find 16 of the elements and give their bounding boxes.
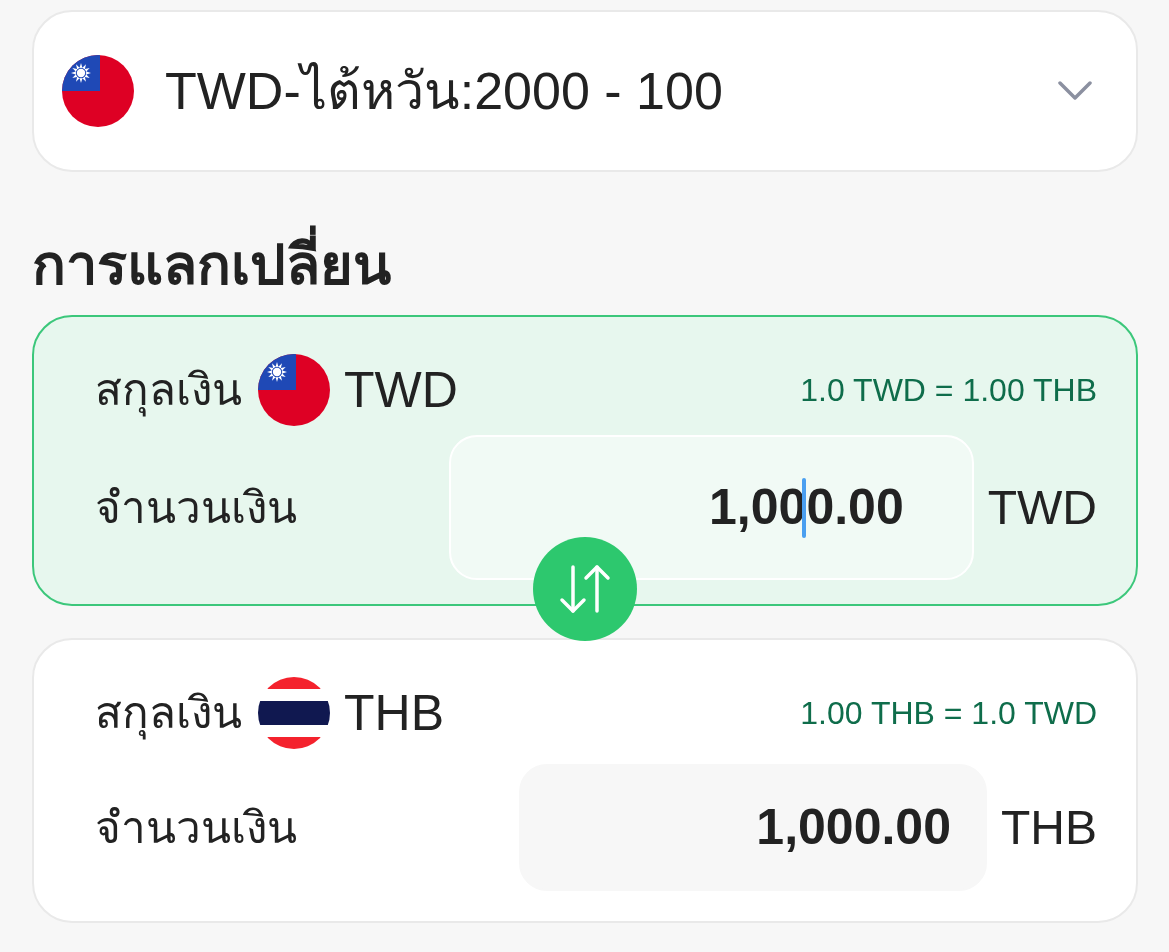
currency-label: สกุลเงิน: [95, 680, 242, 746]
currency-unit: THB: [1001, 799, 1097, 856]
currency-label: สกุลเงิน: [95, 357, 242, 423]
chevron-down-icon: [1058, 81, 1092, 101]
exchange-rate: 1.00 THB = 1.0 TWD: [800, 694, 1097, 733]
currency-code: TWD: [344, 360, 458, 420]
amount-label: จำนวนเงิน: [95, 801, 297, 854]
amount-label: จำนวนเงิน: [95, 481, 297, 534]
currency-dropdown[interactable]: TWD-ไต้หวัน:2000 - 100: [32, 10, 1138, 172]
section-heading: การแลกเปลี่ยน: [32, 223, 391, 307]
currency-unit: TWD: [987, 479, 1097, 536]
swap-arrows-icon: [557, 564, 613, 614]
amount-input[interactable]: 1,000.00: [519, 764, 987, 891]
thailand-flag-icon: [258, 677, 330, 749]
exchange-rate: 1.0 TWD = 1.00 THB: [800, 371, 1097, 410]
currency-code: THB: [344, 683, 444, 743]
